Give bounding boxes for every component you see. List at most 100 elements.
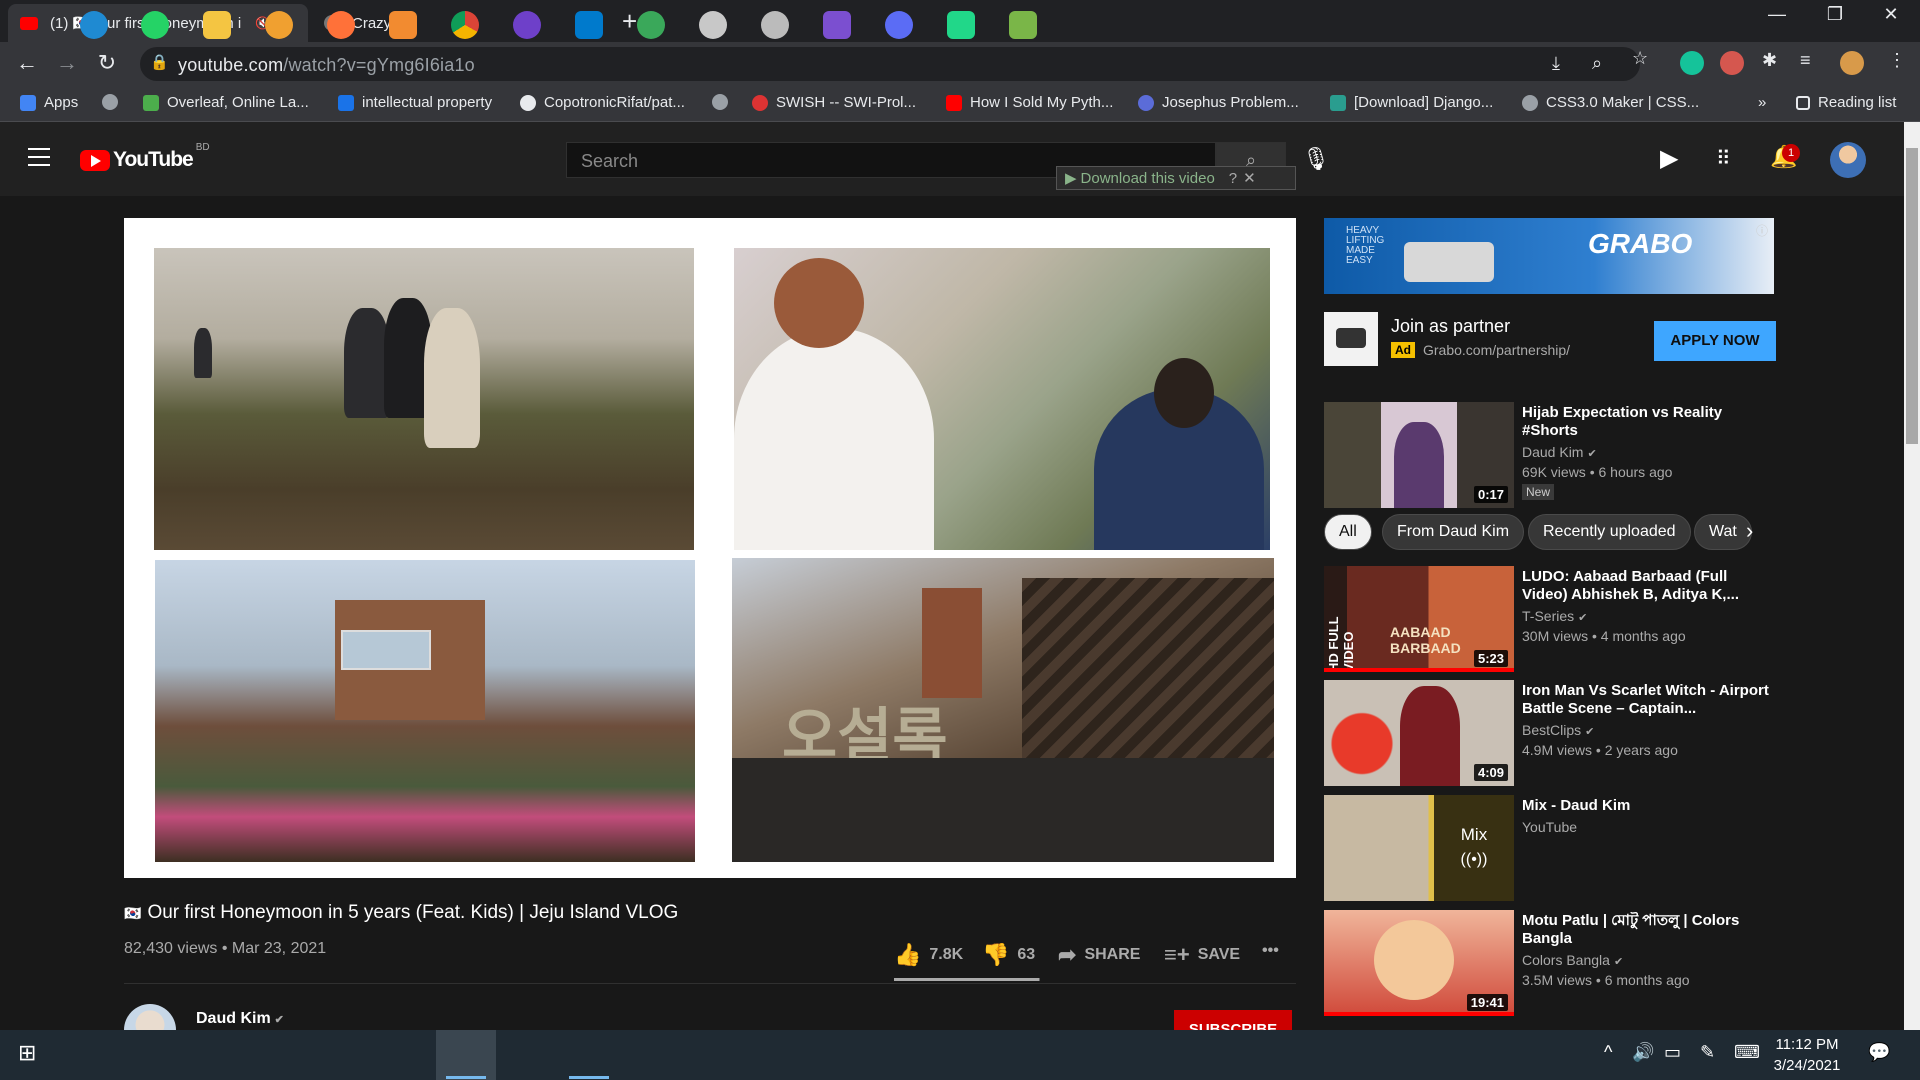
bookmark-star-icon[interactable]: ☆ [1632, 48, 1648, 69]
channel-name[interactable]: Daud Kim ✔ [196, 1010, 284, 1028]
channel-name[interactable]: Daud Kim ✔ [1522, 444, 1597, 460]
profile-avatar-icon[interactable] [1840, 51, 1864, 75]
video-title[interactable]: Motu Patlu | মোটু পাতলু | Colors Bangla [1522, 912, 1772, 948]
youtube-logo[interactable]: YouTube BD [80, 142, 210, 172]
chrome-icon[interactable] [451, 11, 479, 39]
save-button[interactable]: ≡+ SAVE [1164, 942, 1240, 968]
hamburger-menu-icon[interactable] [28, 148, 50, 166]
volume-icon[interactable]: 🔊 [1632, 1042, 1654, 1063]
puzzle-extensions-icon[interactable]: ✱ [1762, 50, 1777, 71]
chip-from-daud-kim[interactable]: From Daud Kim [1382, 514, 1525, 550]
recommendation-item[interactable]: 19:41 Motu Patlu | মোটু পাতলু | Colors B… [1324, 910, 1784, 1016]
recommendation-item[interactable]: HD FULL VIDEO AABAAD BARBAAD 5:23 LUDO: A… [1324, 566, 1784, 672]
ad-info-icon[interactable]: ⓘ [1756, 222, 1768, 239]
more-actions-icon[interactable]: ••• [1262, 942, 1279, 960]
video-thumbnail[interactable]: Mix ((•)) [1324, 795, 1514, 901]
bookmark-swish[interactable]: SWISH -- SWI-Prol... [752, 94, 916, 111]
video-title[interactable]: Hijab Expectation vs Reality #Shorts [1522, 404, 1772, 440]
bookmark-github[interactable]: CopotronicRifat/pat... [520, 94, 685, 111]
channel-name[interactable]: YouTube [1522, 819, 1577, 835]
recommendation-item[interactable]: Mix ((•)) Mix - Daud Kim YouTube [1324, 795, 1784, 901]
bookmark-css3[interactable]: CSS3.0 Maker | CSS... [1522, 94, 1699, 111]
app-icon[interactable] [265, 11, 293, 39]
file-explorer-icon[interactable] [203, 11, 231, 39]
firefox-icon[interactable] [327, 11, 355, 39]
pen-icon[interactable]: ✎ [1700, 1042, 1715, 1063]
chip-all[interactable]: All [1324, 514, 1372, 550]
address-bar[interactable]: 🔒 youtube.com/watch?v=gYmg6I6ia1o ⤓ ⌕ ☆ [140, 47, 1640, 81]
media-queue-icon[interactable]: ≡ [1800, 50, 1811, 71]
video-thumbnail[interactable]: 19:41 [1324, 910, 1514, 1016]
download-video-bar[interactable]: ▶ Download this video ? ✕ [1056, 166, 1296, 190]
bookmark-youtube[interactable]: How I Sold My Pyth... [946, 94, 1113, 111]
create-video-icon[interactable]: ▶ [1660, 144, 1678, 173]
notification-center-icon[interactable]: 💬 [1868, 1042, 1890, 1063]
app-icon[interactable] [699, 11, 727, 39]
bookmark-globe[interactable] [102, 94, 126, 110]
chevron-up-icon[interactable]: ^ [1604, 1042, 1612, 1063]
new-tab-button[interactable]: + [622, 6, 637, 37]
minimize-icon[interactable]: — [1748, 4, 1806, 25]
teamviewer-icon[interactable] [80, 11, 108, 39]
forward-icon[interactable]: → [52, 50, 82, 76]
extension-icon[interactable] [1720, 51, 1744, 75]
bookmark-overleaf[interactable]: Overleaf, Online La... [143, 94, 309, 111]
bookmark-josephus[interactable]: Josephus Problem... [1138, 94, 1299, 111]
reading-list-button[interactable]: Reading list [1796, 94, 1896, 111]
channel-name[interactable]: Colors Bangla ✔ [1522, 952, 1623, 968]
lock-icon[interactable]: 🔒 [150, 53, 169, 71]
github-desktop-icon[interactable] [513, 11, 541, 39]
app-icon[interactable] [1009, 11, 1037, 39]
app-icon[interactable] [637, 11, 665, 39]
visual-studio-icon[interactable] [823, 11, 851, 39]
like-button[interactable]: 👍 7.8K [894, 942, 963, 968]
system-clock[interactable]: 11:12 PM 3/24/2021 [1760, 1034, 1854, 1076]
video-thumbnail[interactable]: HD FULL VIDEO AABAAD BARBAAD 5:23 [1324, 566, 1514, 672]
ad-url[interactable]: Grabo.com/partnership/ [1423, 342, 1570, 358]
bookmark-globe-2[interactable] [712, 94, 736, 110]
close-window-icon[interactable]: ✕ [1862, 4, 1920, 25]
restore-icon[interactable]: ❐ [1806, 4, 1864, 25]
account-avatar[interactable] [1830, 142, 1866, 178]
app-icon[interactable] [761, 11, 789, 39]
recommendation-item[interactable]: 0:17 Hijab Expectation vs Reality #Short… [1324, 402, 1784, 508]
network-icon[interactable]: ▭ [1664, 1042, 1681, 1063]
close-icon[interactable]: ✕ [1243, 169, 1256, 187]
chevron-right-icon[interactable]: › [1746, 518, 1753, 544]
help-icon[interactable]: ? [1229, 170, 1237, 187]
messenger-icon[interactable] [885, 11, 913, 39]
video-player[interactable]: 오설록 [124, 218, 1296, 878]
app-icon[interactable] [389, 11, 417, 39]
windows-start-icon[interactable]: ⊞ [18, 1040, 36, 1066]
whatsapp-icon[interactable] [141, 11, 169, 39]
ad-banner[interactable]: HEAVY LIFTING MADE EASY GRABO ⓘ [1324, 218, 1774, 294]
pycharm-icon[interactable] [947, 11, 975, 39]
video-thumbnail[interactable]: 0:17 [1324, 402, 1514, 508]
bookmark-apps[interactable]: Apps [20, 94, 78, 111]
menu-kebab-icon[interactable]: ⋮ [1888, 50, 1906, 71]
video-title[interactable]: LUDO: Aabaad Barbaad (Full Video) Abhish… [1522, 568, 1772, 604]
back-icon[interactable]: ← [12, 50, 42, 76]
share-button[interactable]: ➦ SHARE [1058, 942, 1140, 968]
bookmark-intellectual-property[interactable]: intellectual property [338, 94, 492, 111]
video-title[interactable]: Mix - Daud Kim [1522, 797, 1772, 815]
grammarly-extension-icon[interactable] [1680, 51, 1704, 75]
microphone-icon[interactable]: 🎙 [1302, 146, 1330, 172]
apps-grid-icon[interactable]: ⠿ [1716, 146, 1731, 171]
video-thumbnail[interactable]: 4:09 [1324, 680, 1514, 786]
more-bookmarks-button[interactable]: » [1758, 94, 1766, 111]
recommendation-item[interactable]: 4:09 Iron Man Vs Scarlet Witch - Airport… [1324, 680, 1784, 786]
bookmark-django[interactable]: [Download] Django... [1330, 94, 1493, 111]
apply-now-button[interactable]: APPLY NOW [1654, 321, 1776, 361]
vscode-icon[interactable] [575, 11, 603, 39]
ad-title[interactable]: Join as partner [1391, 316, 1510, 337]
dislike-button[interactable]: 👎 63 [982, 942, 1035, 968]
chip-recently-uploaded[interactable]: Recently uploaded [1528, 514, 1691, 550]
zoom-icon[interactable]: ⌕ [1592, 53, 1602, 74]
chip-watched[interactable]: Wat [1694, 514, 1752, 550]
scrollbar-thumb[interactable] [1906, 148, 1918, 444]
reload-icon[interactable]: ↻ [92, 50, 122, 76]
keyboard-icon[interactable]: ⌨ [1734, 1042, 1760, 1063]
video-title[interactable]: Iron Man Vs Scarlet Witch - Airport Batt… [1522, 682, 1772, 718]
channel-name[interactable]: T-Series ✔ [1522, 608, 1587, 624]
